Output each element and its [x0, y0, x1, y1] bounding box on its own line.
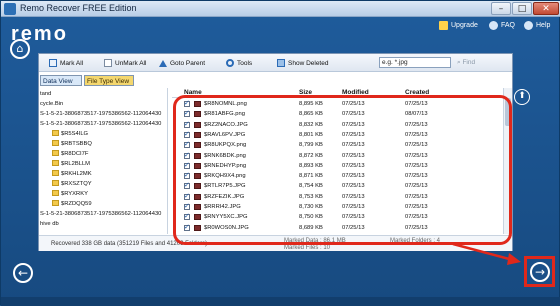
tree-item-label: $RZDQQ59: [61, 201, 92, 207]
highlight-arrow-icon: [452, 242, 521, 265]
minimize-button[interactable]: –: [491, 2, 511, 15]
tree-item-label: hive db: [40, 221, 59, 227]
tree-item[interactable]: S-1-5-21-3806873517-1975386562-112064430: [40, 120, 161, 128]
help-link[interactable]: Help: [524, 19, 550, 31]
tree-item-label: S-1-5-21-3806873517-1975386562-112064430: [40, 111, 162, 117]
find-label: Find: [462, 59, 476, 66]
mark-all-label: Mark All: [60, 59, 84, 67]
tree-item[interactable]: cycle.Bin: [40, 100, 63, 108]
maximize-button[interactable]: □: [512, 2, 532, 15]
up-arrow-icon: [159, 59, 167, 67]
tree-item[interactable]: $R8DCI7F: [52, 150, 88, 158]
search-input[interactable]: e.g. *.jpg: [379, 57, 451, 68]
next-highlight: →: [524, 256, 555, 287]
unmark-all-label: UnMark All: [115, 59, 147, 67]
show-deleted-label: Show Deleted: [288, 59, 329, 67]
mark-all-button[interactable]: Mark All: [49, 58, 83, 68]
tree-item-label: $RXSZTQY: [61, 181, 92, 187]
faq-label: FAQ: [501, 21, 516, 29]
checkbox-icon: [49, 59, 57, 67]
tree-item[interactable]: $RBTSBBQ: [52, 140, 92, 148]
next-button[interactable]: →: [530, 262, 550, 282]
tree-item[interactable]: hive db: [40, 220, 59, 228]
tree-item-label: S-1-5-21-3806873517-1975386562-112064430: [40, 211, 162, 217]
back-button[interactable]: ←: [13, 263, 33, 283]
app-icon: [4, 3, 16, 15]
tree-item[interactable]: $RZDQQ59: [52, 200, 92, 208]
tree-item-label: $RL2BLLM: [61, 161, 91, 167]
home-button[interactable]: ⌂: [10, 39, 30, 59]
tree-item-label: tand: [40, 91, 52, 97]
show-deleted-icon: [277, 59, 285, 67]
side-up-button[interactable]: ⬆: [514, 89, 530, 105]
folder-icon: [52, 130, 59, 137]
tree-item-label: $RBTSBBQ: [61, 141, 92, 147]
tree-item[interactable]: S-1-5-21-3806873517-1975386562-112064430: [40, 210, 161, 218]
cart-icon: [439, 20, 448, 30]
gear-icon: [226, 59, 234, 67]
tree-item-label: $RYXRKY: [61, 191, 88, 197]
highlight-box: [173, 95, 512, 245]
upgrade-label: Upgrade: [451, 21, 478, 29]
goto-parent-button[interactable]: Goto Parent: [159, 58, 205, 68]
tree-item[interactable]: $RL2BLLM: [52, 160, 90, 168]
tree-item[interactable]: $R5S4ILG: [52, 130, 88, 138]
window-title: Remo Recover FREE Edition: [20, 3, 137, 13]
folder-icon: [52, 140, 59, 147]
folder-icon: [52, 150, 59, 157]
tree-item-label: $R5S4ILG: [61, 131, 89, 137]
help-label: Help: [536, 21, 551, 29]
find-button[interactable]: ⌕ Find: [457, 57, 497, 68]
app-window: Remo Recover FREE Edition – □ ✕ remo Upg…: [0, 0, 560, 306]
tree-item-label: cycle.Bin: [40, 101, 64, 107]
tree-item[interactable]: $RYXRKY: [52, 190, 88, 198]
tree-item[interactable]: $RKHL2MK: [52, 170, 92, 178]
folder-icon: [52, 170, 59, 177]
title-bar: Remo Recover FREE Edition – □ ✕: [1, 1, 560, 17]
tree-item[interactable]: S-1-5-21-3806873517-1975386562-112064430: [40, 110, 161, 118]
tab-file-type-view[interactable]: File Type View: [84, 75, 134, 86]
folder-icon: [52, 200, 59, 207]
show-deleted-button[interactable]: Show Deleted: [277, 58, 328, 68]
folder-icon: [52, 160, 59, 167]
tree-item-label: S-1-5-21-3806873517-1975386562-112064430: [40, 121, 162, 127]
tree-item[interactable]: tand: [40, 90, 51, 98]
faq-link[interactable]: FAQ: [489, 19, 515, 31]
toolbar: Mark All UnMark All Goto Parent Tools Sh…: [39, 54, 512, 72]
folder-tree[interactable]: tand cycle.Bin S-1-5-21-3806873517-1975386…: [40, 88, 168, 234]
tree-item-label: $R8DCI7F: [61, 151, 89, 157]
tools-label: Tools: [237, 59, 253, 67]
folder-icon: [52, 190, 59, 197]
tree-item[interactable]: $RXSZTQY: [52, 180, 92, 188]
upgrade-link[interactable]: Upgrade: [439, 19, 478, 31]
tab-data-view[interactable]: Data View: [40, 75, 82, 86]
close-button[interactable]: ✕: [533, 2, 559, 15]
unmark-all-button[interactable]: UnMark All: [104, 58, 146, 68]
help-icon: [524, 20, 533, 30]
folder-icon: [52, 180, 59, 187]
marked-files-count: Marked Files : 10: [284, 245, 331, 251]
tools-button[interactable]: Tools: [226, 58, 252, 68]
goto-parent-label: Goto Parent: [170, 59, 206, 67]
faq-icon: [489, 20, 498, 30]
empty-checkbox-icon: [104, 59, 112, 67]
tree-item-label: $RKHL2MK: [61, 171, 92, 177]
